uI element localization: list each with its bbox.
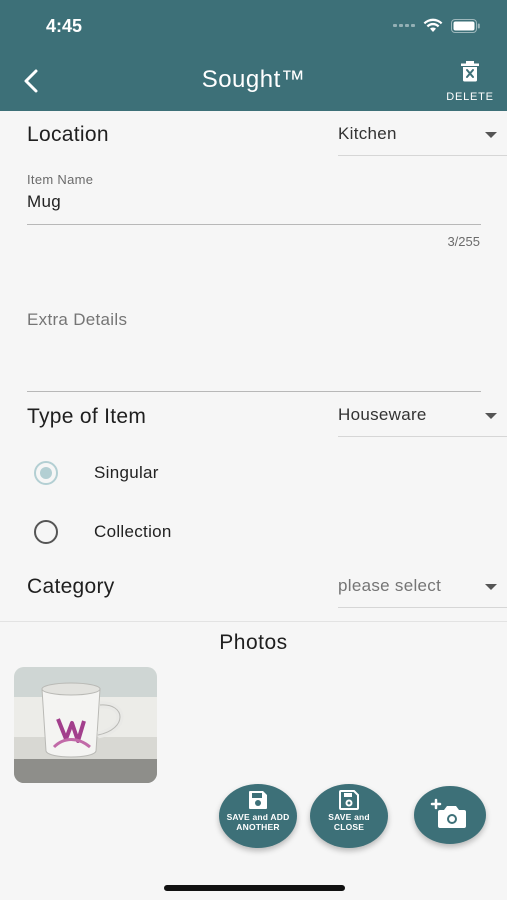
- delete-label: DELETE: [446, 91, 494, 103]
- photo-thumbnail[interactable]: [14, 667, 157, 783]
- app-header: 4:45 Sought™ DELETE: [0, 0, 507, 111]
- dropdown-arrow-icon: [485, 413, 497, 419]
- character-counter: 3/255: [447, 234, 480, 249]
- wifi-icon: [423, 18, 443, 32]
- save-and-close-label: SAVE and CLOSE: [328, 812, 370, 832]
- extra-details-placeholder: Extra Details: [27, 310, 128, 329]
- radio-singular-label: Singular: [94, 463, 159, 482]
- save-and-add-another-label: SAVE and ADD ANOTHER: [226, 812, 290, 832]
- radio-singular[interactable]: Singular: [34, 457, 159, 489]
- category-label: Category: [27, 575, 115, 598]
- mug-photo-image: [14, 667, 157, 783]
- item-name-label: Item Name: [27, 172, 94, 187]
- add-photo-button[interactable]: [414, 786, 486, 844]
- photos-title: Photos: [219, 631, 288, 654]
- delete-button[interactable]: DELETE: [443, 60, 497, 104]
- location-dropdown[interactable]: Kitchen: [338, 118, 507, 156]
- radio-selected-icon: [34, 461, 58, 485]
- radio-collection-label: Collection: [94, 522, 172, 541]
- category-dropdown[interactable]: please select: [338, 570, 507, 608]
- status-time: 4:45: [46, 16, 83, 36]
- save-icon: [249, 791, 267, 809]
- radio-collection[interactable]: Collection: [34, 516, 172, 548]
- extra-details-field[interactable]: Extra Details: [27, 300, 481, 392]
- section-divider: [0, 621, 507, 622]
- dropdown-arrow-icon: [485, 132, 497, 138]
- type-of-item-dropdown[interactable]: Houseware: [338, 399, 507, 437]
- radio-unselected-icon: [34, 520, 58, 544]
- category-value: please select: [338, 576, 442, 595]
- save-and-add-another-button[interactable]: SAVE and ADD ANOTHER: [219, 784, 297, 848]
- battery-icon: [451, 18, 480, 33]
- type-of-item-label: Type of Item: [27, 405, 147, 428]
- save-and-close-button[interactable]: SAVE and CLOSE: [310, 784, 388, 848]
- status-icons: [393, 18, 481, 33]
- add-photo-camera-icon: [430, 798, 466, 828]
- home-indicator: [164, 885, 345, 891]
- save-icon: [339, 790, 359, 810]
- location-label: Location: [27, 123, 109, 146]
- item-name-value: Mug: [27, 192, 61, 211]
- trash-icon: [461, 61, 479, 82]
- page-title: Sought™: [201, 66, 306, 93]
- dropdown-arrow-icon: [485, 584, 497, 590]
- cellular-signal-icon: [393, 24, 415, 27]
- type-of-item-value: Houseware: [338, 405, 427, 424]
- item-name-field[interactable]: Item Name Mug: [27, 172, 481, 225]
- location-value: Kitchen: [338, 124, 397, 143]
